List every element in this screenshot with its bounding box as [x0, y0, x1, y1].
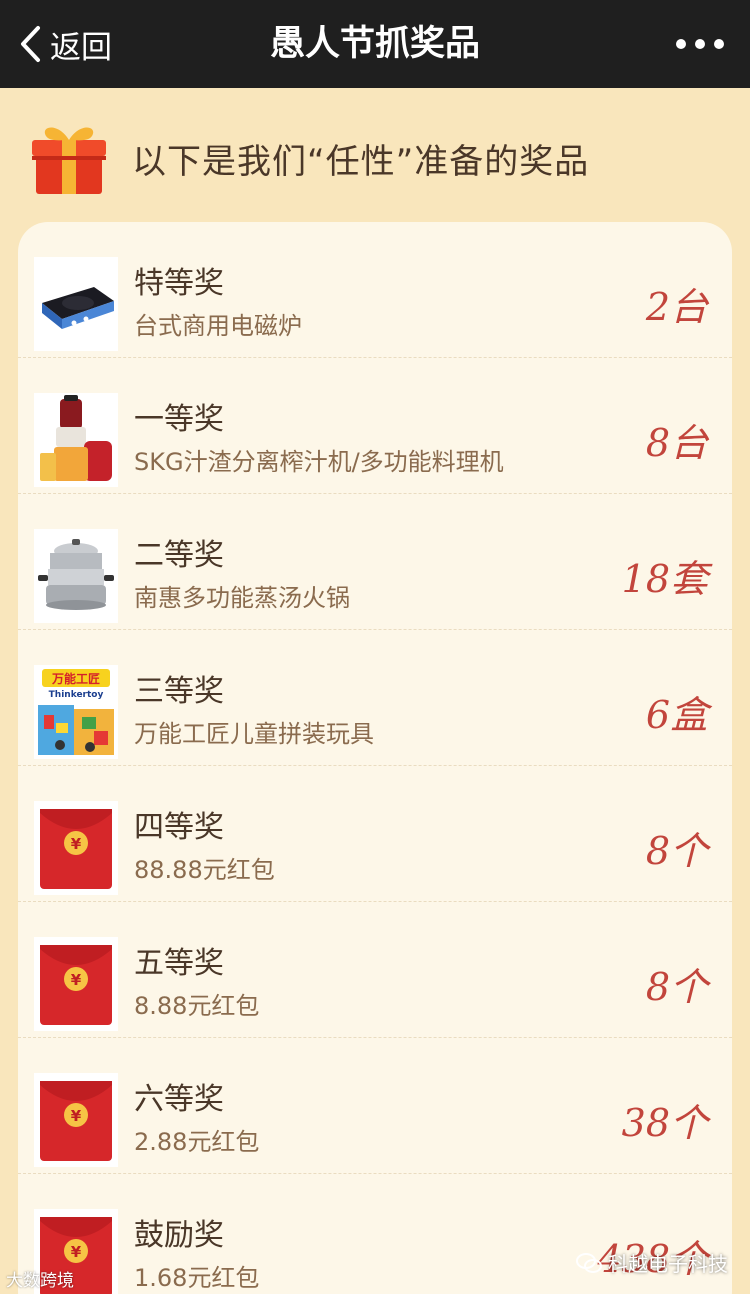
prize-thumbnail: ¥ — [34, 937, 118, 1031]
prize-description: SKG汁渣分离榨汁机/多功能料理机 — [134, 448, 504, 476]
more-dot-icon — [695, 39, 705, 49]
more-menu-button[interactable] — [676, 0, 724, 88]
prize-level: 一等奖 — [134, 402, 224, 437]
prize-row[interactable]: ¥ 六等奖 2.88元红包 38个 — [18, 1038, 732, 1174]
prize-row[interactable]: ¥ 五等奖 8.88元红包 8个 — [18, 902, 732, 1038]
toy-brand-en: Thinkertoy — [49, 690, 104, 700]
prize-description: 88.88元红包 — [134, 856, 275, 884]
prize-quantity: 8个 — [645, 829, 708, 873]
prize-thumbnail: ¥ — [34, 801, 118, 895]
envelope-symbol: ¥ — [71, 1107, 82, 1125]
prize-description: 2.88元红包 — [134, 1128, 260, 1156]
watermark-right-label: 科越电子科技 — [608, 1252, 728, 1276]
wechat-icon — [576, 1252, 602, 1273]
induction-cooker-icon — [34, 257, 118, 351]
prize-quantity: 8台 — [645, 421, 708, 465]
prize-card: 特等奖 台式商用电磁炉 2台 一等奖 SKG汁渣分离榨汁机/多功能料理机 8台 — [18, 222, 732, 1294]
toy-box-icon: 万能工匠 Thinkertoy — [34, 665, 118, 759]
red-envelope-icon: ¥ — [34, 937, 118, 1031]
prize-description: 万能工匠儿童拼装玩具 — [134, 720, 374, 748]
more-dot-icon — [676, 39, 686, 49]
prize-quantity: 38个 — [621, 1101, 708, 1145]
prize-description: 台式商用电磁炉 — [134, 312, 302, 340]
prize-thumbnail: 万能工匠 Thinkertoy — [34, 665, 118, 759]
prize-description: 1.68元红包 — [134, 1264, 260, 1292]
prize-row[interactable]: 特等奖 台式商用电磁炉 2台 — [18, 222, 732, 358]
envelope-symbol: ¥ — [71, 835, 82, 853]
prize-row[interactable]: 二等奖 南惠多功能蒸汤火锅 18套 — [18, 494, 732, 630]
prize-quantity: 6盒 — [645, 693, 708, 737]
prize-level: 三等奖 — [134, 674, 224, 709]
prize-thumbnail — [34, 529, 118, 623]
prize-level: 六等奖 — [134, 1082, 224, 1117]
more-dot-icon — [714, 39, 724, 49]
prize-level: 特等奖 — [134, 266, 224, 301]
prize-quantity: 8个 — [645, 965, 708, 1009]
prize-row[interactable]: 万能工匠 Thinkertoy 三等奖 万能工匠儿童拼装玩具 6盒 — [18, 630, 732, 766]
gift-icon — [32, 127, 106, 194]
prize-quantity: 18套 — [621, 557, 708, 601]
prize-level: 二等奖 — [134, 538, 224, 573]
nav-bar: 返回 愚人节抓奖品 — [0, 0, 750, 88]
section-heading: 以下是我们“任性”准备的奖品 — [30, 118, 730, 198]
prize-level: 四等奖 — [134, 810, 224, 845]
back-label: 返回 — [50, 29, 112, 66]
prize-thumbnail — [34, 393, 118, 487]
red-envelope-icon: ¥ — [34, 801, 118, 895]
juicer-icon — [34, 393, 118, 487]
prize-description: 8.88元红包 — [134, 992, 260, 1020]
red-envelope-icon: ¥ — [34, 1073, 118, 1167]
envelope-symbol: ¥ — [71, 971, 82, 989]
back-button[interactable]: 返回 — [18, 0, 112, 88]
prize-quantity: 2台 — [645, 285, 708, 329]
prize-thumbnail: ¥ — [34, 1073, 118, 1167]
watermark-left: 大数跨境 — [6, 1271, 74, 1291]
chevron-left-icon — [21, 26, 40, 62]
prize-level: 鼓励奖 — [134, 1218, 224, 1253]
prize-description: 南惠多功能蒸汤火锅 — [134, 584, 350, 612]
watermark-right: 科越电子科技 — [576, 1248, 728, 1277]
steamer-pot-icon — [34, 529, 118, 623]
prize-row[interactable]: 一等奖 SKG汁渣分离榨汁机/多功能料理机 8台 — [18, 358, 732, 494]
envelope-symbol: ¥ — [71, 1243, 82, 1261]
prize-row[interactable]: ¥ 四等奖 88.88元红包 8个 — [18, 766, 732, 902]
heading-text: 以下是我们“任性”准备的奖品 — [132, 141, 590, 182]
page-title: 愚人节抓奖品 — [269, 24, 480, 64]
prize-level: 五等奖 — [134, 946, 224, 981]
prize-thumbnail — [34, 257, 118, 351]
toy-brand-cn: 万能工匠 — [51, 671, 100, 686]
